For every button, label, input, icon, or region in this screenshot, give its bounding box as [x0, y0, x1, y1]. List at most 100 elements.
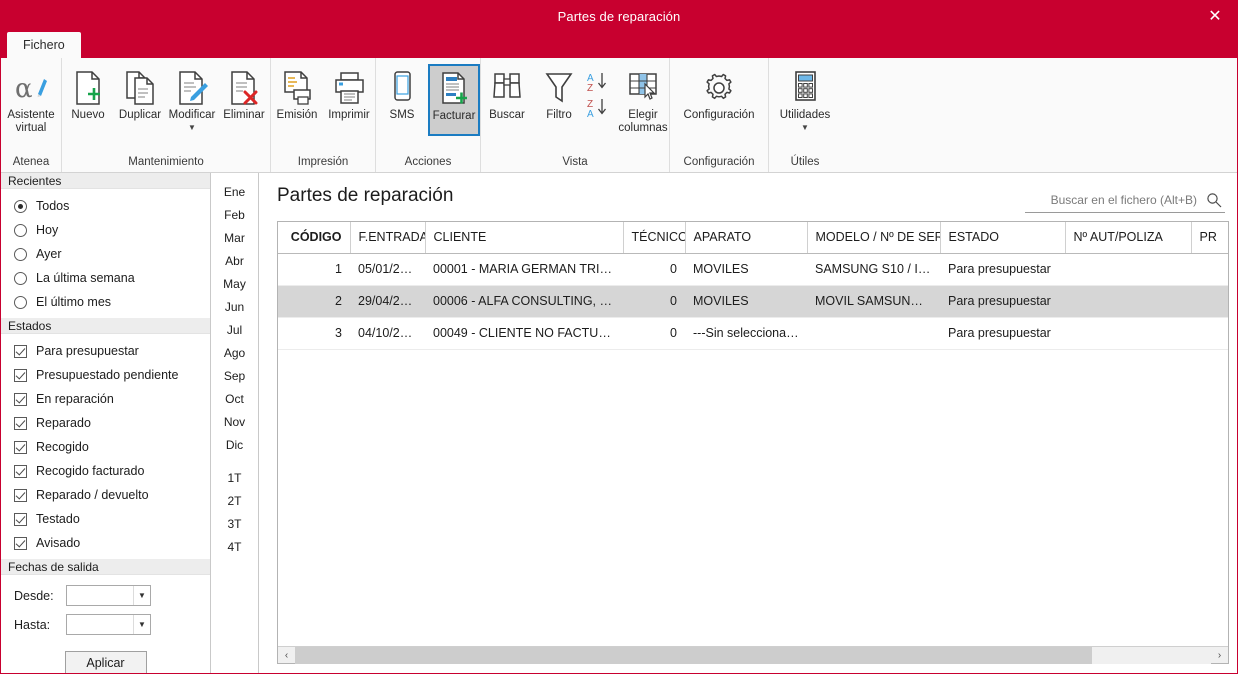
scrollbar-thumb[interactable] [295, 646, 1092, 664]
column-header-fentrada[interactable]: F.ENTRADA [350, 222, 426, 254]
asistente-virtual-button[interactable]: α Asistente virtual [1, 64, 61, 136]
month-feb[interactable]: Feb [211, 203, 258, 226]
scroll-left-icon[interactable]: ‹ [278, 647, 295, 664]
month-jun[interactable]: Jun [211, 295, 258, 318]
radio-ultima-semana[interactable]: La última semana [1, 266, 210, 290]
tab-fichero[interactable]: Fichero [7, 32, 81, 58]
column-header-estado[interactable]: ESTADO [940, 222, 1066, 254]
chevron-down-icon[interactable]: ▼ [188, 124, 196, 132]
column-header-codigo[interactable]: CÓDIGO [278, 222, 351, 254]
cell-codigo: 2 [278, 285, 350, 318]
radio-ayer[interactable]: Ayer [1, 242, 210, 266]
search-icon[interactable] [1203, 192, 1225, 208]
checkbox-icon [14, 536, 27, 550]
eliminar-button[interactable]: Eliminar [218, 64, 270, 136]
column-header-modelo[interactable]: MODELO / Nº DE SERIE: [807, 222, 941, 254]
horizontal-scrollbar[interactable]: ‹ › [278, 646, 1228, 664]
table-row[interactable]: 1 05/01/2021 00001 - MARIA GERMAN TRIGO … [278, 253, 1228, 286]
month-jul[interactable]: Jul [211, 318, 258, 341]
title-bar: Partes de reparación ✕ [1, 1, 1237, 32]
sms-button[interactable]: SMS [376, 64, 428, 136]
month-may[interactable]: May [211, 272, 258, 295]
checkbox-en-reparacion[interactable]: En reparación [1, 387, 210, 411]
hasta-label: Hasta: [14, 617, 51, 632]
cell-pr [1191, 253, 1228, 286]
checkbox-reparado[interactable]: Reparado [1, 411, 210, 435]
sort-az-za-icon: A Z Z A [586, 69, 616, 125]
checkbox-recogido[interactable]: Recogido [1, 435, 210, 459]
data-grid: CÓDIGO F.ENTRADA CLIENTE TÉCNICO APARATO… [277, 221, 1229, 664]
checkbox-label: Testado [36, 512, 80, 526]
quarter-4t[interactable]: 4T [211, 535, 258, 558]
radio-label: El último mes [36, 295, 112, 309]
table-row[interactable]: 2 29/04/2022 00006 - ALFA CONSULTING, S.… [278, 285, 1228, 318]
cell-fentrada: 05/01/2021 [350, 253, 425, 286]
column-header-tecnico[interactable]: TÉCNICO [623, 222, 686, 254]
checkbox-testado[interactable]: Testado [1, 507, 210, 531]
main-panel: Partes de reparación Buscar en el ficher… [259, 173, 1237, 673]
checkbox-avisado[interactable]: Avisado [1, 531, 210, 555]
apply-row: Aplicar [1, 643, 210, 673]
month-ago[interactable]: Ago [211, 341, 258, 364]
scroll-right-icon[interactable]: › [1211, 647, 1228, 664]
emision-button[interactable]: Emisión [271, 64, 323, 136]
ribbon-group-utiles: Utilidades ▼ Útiles [769, 58, 841, 172]
configuracion-label: Configuración [683, 109, 755, 121]
ribbon-group-mantenimiento: Nuevo Duplicar Modificar ▼ Eliminar Mant… [62, 58, 271, 172]
month-abr[interactable]: Abr [211, 249, 258, 272]
checkbox-icon [14, 512, 27, 526]
checkbox-presupuestado-pendiente[interactable]: Presupuestado pendiente [1, 363, 210, 387]
grid-scroll-area: CÓDIGO F.ENTRADA CLIENTE TÉCNICO APARATO… [278, 222, 1228, 646]
month-nov[interactable]: Nov [211, 410, 258, 433]
chevron-down-icon[interactable]: ▼ [133, 586, 150, 605]
imprimir-button[interactable]: Imprimir [323, 64, 375, 136]
checkbox-para-presupuestar[interactable]: Para presupuestar [1, 339, 210, 363]
scrollbar-track[interactable] [295, 646, 1211, 664]
quarter-3t[interactable]: 3T [211, 512, 258, 535]
modificar-button[interactable]: Modificar ▼ [166, 64, 218, 136]
application-window: Partes de reparación ✕ Fichero α Asisten… [0, 0, 1238, 674]
table-row[interactable]: 3 04/10/2022 00049 - CLIENTE NO FACTURAR… [278, 317, 1228, 350]
column-header-aparato[interactable]: APARATO [685, 222, 808, 254]
radio-ultimo-mes[interactable]: El último mes [1, 290, 210, 314]
configuracion-button[interactable]: Configuración [670, 64, 768, 136]
radio-hoy[interactable]: Hoy [1, 218, 210, 242]
buscar-button[interactable]: Buscar [481, 64, 533, 136]
utilidades-button[interactable]: Utilidades ▼ [769, 64, 841, 136]
table-header-row: CÓDIGO F.ENTRADA CLIENTE TÉCNICO APARATO… [278, 222, 1228, 254]
column-header-cliente[interactable]: CLIENTE [425, 222, 624, 254]
buscar-label: Buscar [489, 109, 525, 121]
fechas-salida-form: Desde: ▼ Hasta: ▼ Aplicar [1, 575, 210, 673]
month-sep[interactable]: Sep [211, 364, 258, 387]
checkbox-reparado-devuelto[interactable]: Reparado / devuelto [1, 483, 210, 507]
aplicar-button[interactable]: Aplicar [64, 651, 147, 673]
duplicar-button[interactable]: Duplicar [114, 64, 166, 136]
desde-date-combo[interactable]: ▼ [66, 585, 151, 606]
radio-todos[interactable]: Todos [1, 194, 210, 218]
checkbox-recogido-facturado[interactable]: Recogido facturado [1, 459, 210, 483]
cell-pr [1191, 317, 1228, 350]
column-header-pr[interactable]: PR [1191, 222, 1228, 254]
chevron-down-icon[interactable]: ▼ [801, 124, 809, 132]
radio-label: Hoy [36, 223, 59, 237]
cell-aparato: MOVILES [685, 253, 807, 286]
cell-tecnico: 0 [623, 253, 685, 286]
elegir-columnas-button[interactable]: Elegir columnas [617, 64, 669, 136]
quarter-1t[interactable]: 1T [211, 466, 258, 489]
chevron-down-icon[interactable]: ▼ [133, 615, 150, 634]
recientes-radio-group: Todos Hoy Ayer La última semana El últim… [1, 189, 210, 318]
month-ene[interactable]: Ene [211, 180, 258, 203]
column-header-poliza[interactable]: Nº AUT/POLIZA [1065, 222, 1192, 254]
close-icon[interactable]: ✕ [1193, 1, 1237, 32]
sort-buttons[interactable]: A Z Z A [585, 64, 617, 136]
filtro-button[interactable]: Filtro [533, 64, 585, 136]
search-input[interactable] [1025, 191, 1203, 208]
facturar-button[interactable]: Facturar [428, 64, 480, 136]
month-dic[interactable]: Dic [211, 433, 258, 456]
month-mar[interactable]: Mar [211, 226, 258, 249]
hasta-date-combo[interactable]: ▼ [66, 614, 151, 635]
nuevo-button[interactable]: Nuevo [62, 64, 114, 136]
month-oct[interactable]: Oct [211, 387, 258, 410]
checkbox-label: Presupuestado pendiente [36, 368, 179, 382]
quarter-2t[interactable]: 2T [211, 489, 258, 512]
